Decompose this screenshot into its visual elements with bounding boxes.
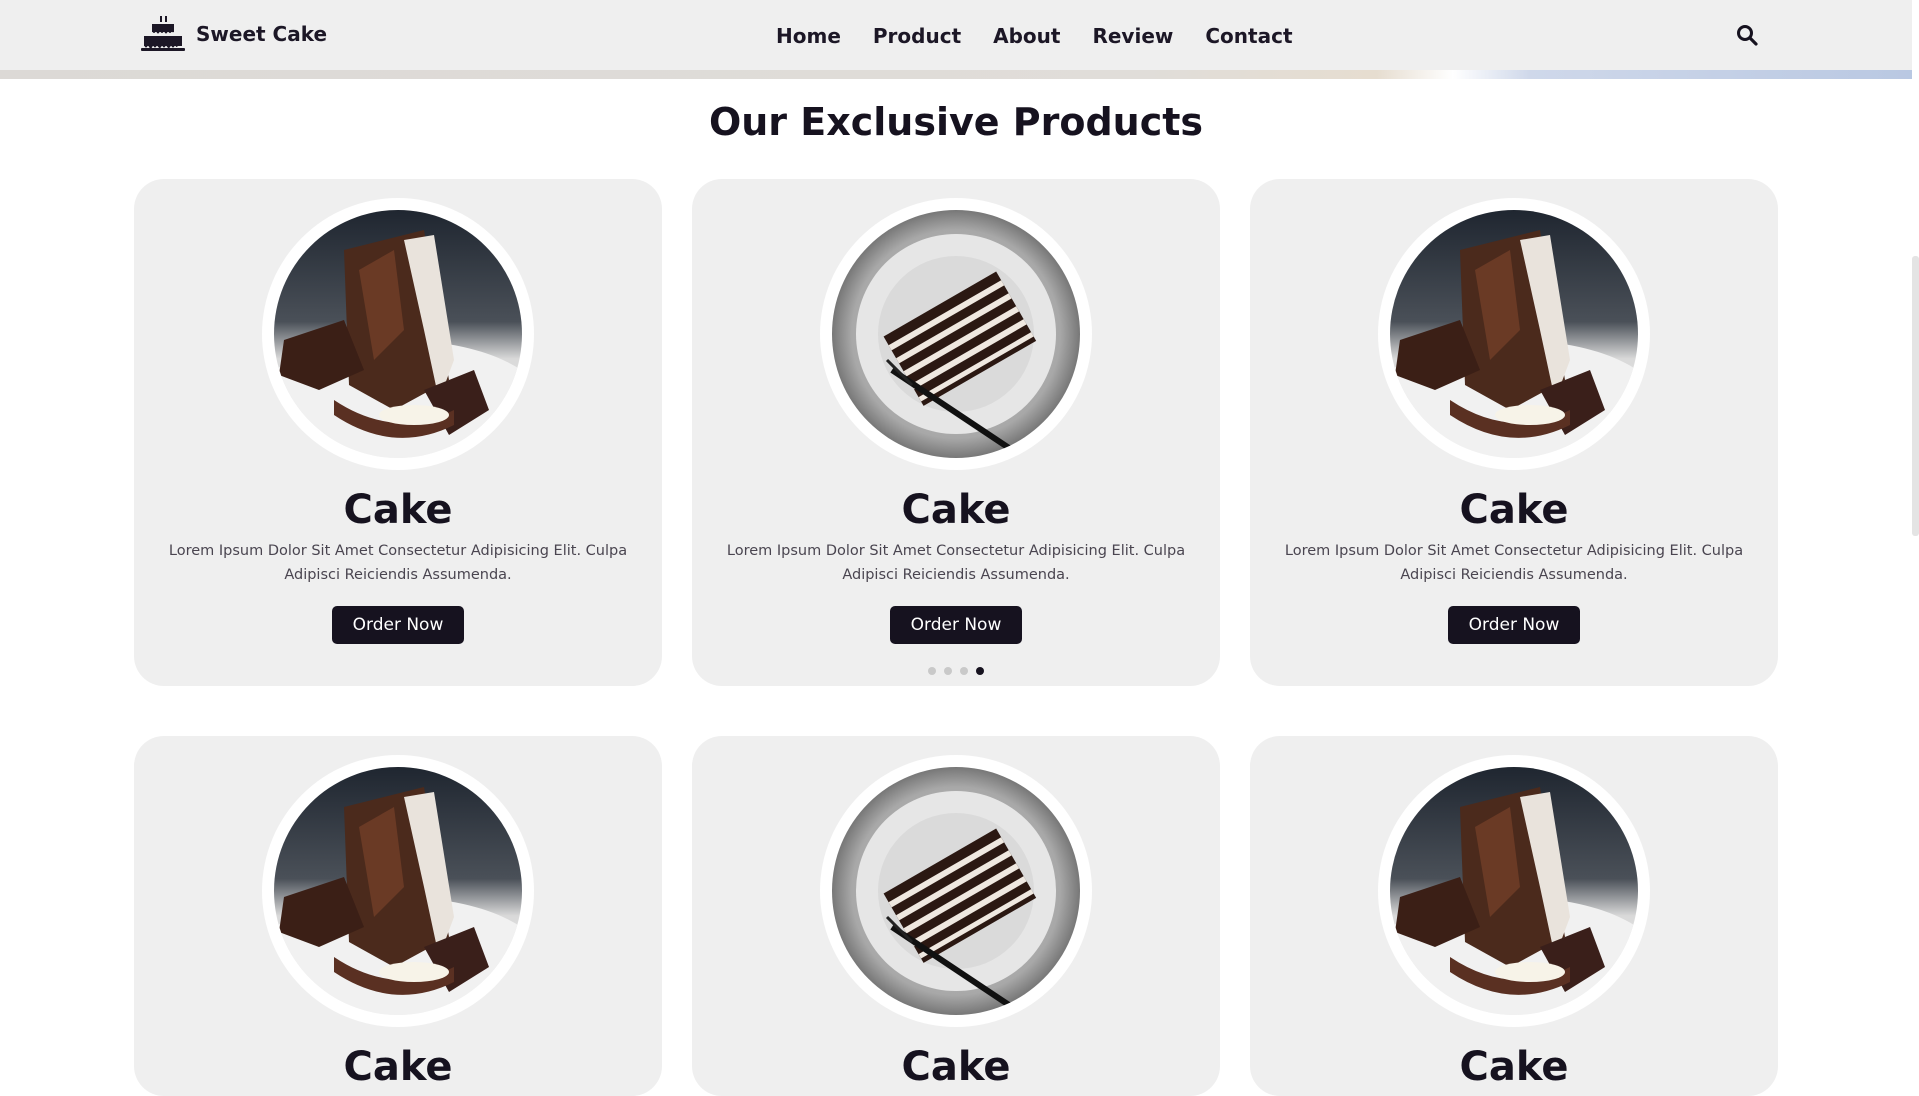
order-now-button[interactable]: Order Now: [1448, 606, 1580, 644]
nav-item-about[interactable]: About: [977, 22, 1076, 50]
cake-logo-icon: [141, 16, 185, 51]
product-card: Cake: [692, 736, 1220, 1096]
product-image-frame: [820, 198, 1092, 470]
product-title: Cake: [1459, 1044, 1569, 1090]
section-title: Our Exclusive Products: [708, 100, 1204, 144]
chocolate-lava-cake-image: [274, 767, 522, 1015]
main-nav: Home Product About Review Contact: [760, 22, 1309, 50]
page-scrollbar[interactable]: [1912, 256, 1919, 536]
product-title: Cake: [901, 487, 1011, 533]
brand-name: Sweet Cake: [196, 22, 328, 46]
carousel-pagination: [692, 667, 1220, 675]
layered-cake-slice-image: [832, 210, 1080, 458]
chocolate-lava-cake-image: [274, 210, 522, 458]
layered-cake-slice-image: [832, 767, 1080, 1015]
carousel-dot-active[interactable]: [976, 667, 984, 675]
product-image-frame: [262, 198, 534, 470]
product-card: Cake Lorem Ipsum Dolor Sit Amet Consecte…: [1250, 179, 1778, 686]
product-card: Cake: [134, 736, 662, 1096]
chocolate-lava-cake-image: [1390, 767, 1638, 1015]
product-card: Cake Lorem Ipsum Dolor Sit Amet Consecte…: [692, 179, 1220, 686]
product-description: Lorem Ipsum Dolor Sit Amet Consectetur A…: [1284, 543, 1744, 583]
product-description: Lorem Ipsum Dolor Sit Amet Consectetur A…: [726, 543, 1186, 583]
header-banner-edge: [0, 70, 1912, 79]
product-title: Cake: [1459, 487, 1569, 533]
product-image-frame: [262, 755, 534, 1027]
product-image-frame: [1378, 198, 1650, 470]
carousel-dot[interactable]: [960, 667, 968, 675]
brand-logo[interactable]: Sweet Cake: [138, 14, 327, 54]
nav-item-contact[interactable]: Contact: [1189, 22, 1308, 50]
product-image-frame: [1378, 755, 1650, 1027]
site-header: Sweet Cake Home Product About Review Con…: [0, 0, 1912, 72]
nav-item-home[interactable]: Home: [760, 22, 857, 50]
chocolate-lava-cake-image: [1390, 210, 1638, 458]
nav-item-review[interactable]: Review: [1076, 22, 1189, 50]
product-card: Cake: [1250, 736, 1778, 1096]
carousel-dot[interactable]: [944, 667, 952, 675]
order-now-button[interactable]: Order Now: [332, 606, 464, 644]
nav-item-product[interactable]: Product: [857, 22, 977, 50]
product-title: Cake: [901, 1044, 1011, 1090]
product-description: Lorem Ipsum Dolor Sit Amet Consectetur A…: [168, 543, 628, 583]
carousel-dot[interactable]: [928, 667, 936, 675]
product-card: Cake Lorem Ipsum Dolor Sit Amet Consecte…: [134, 179, 662, 686]
product-title: Cake: [343, 487, 453, 533]
order-now-button[interactable]: Order Now: [890, 606, 1022, 644]
search-icon[interactable]: [1736, 24, 1758, 46]
product-image-frame: [820, 755, 1092, 1027]
product-title: Cake: [343, 1044, 453, 1090]
